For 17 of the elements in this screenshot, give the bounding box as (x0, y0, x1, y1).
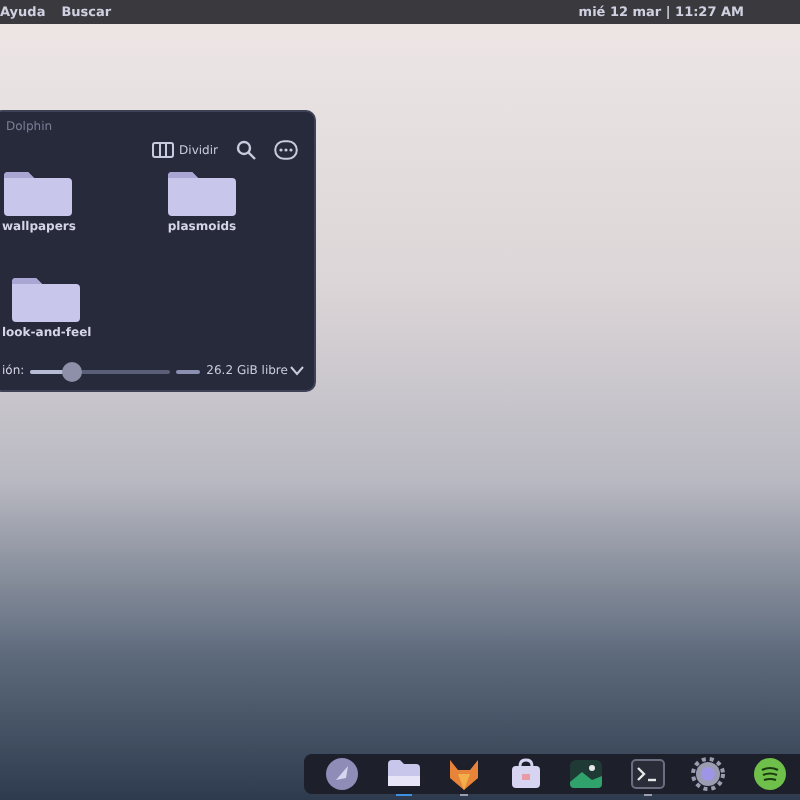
music-icon[interactable] (751, 756, 788, 792)
shopping-bag-icon[interactable] (507, 756, 544, 792)
folder-icon[interactable] (385, 756, 422, 792)
terminal-icon[interactable] (629, 756, 666, 792)
folder-icon[interactable] (10, 275, 83, 323)
folder-icon[interactable] (2, 170, 75, 218)
slider-thumb[interactable] (62, 361, 83, 381)
storage-bar-icon (176, 367, 201, 375)
search-icon[interactable] (236, 140, 256, 160)
folder-icon[interactable] (166, 170, 238, 218)
split-view-icon (151, 142, 174, 158)
app-launcher-icon[interactable] (324, 756, 361, 792)
menu-icon[interactable] (274, 140, 298, 160)
caret-icon (289, 366, 304, 376)
fox-icon[interactable] (446, 756, 483, 792)
settings-icon[interactable] (690, 756, 727, 792)
image-viewer-icon[interactable] (568, 756, 605, 792)
